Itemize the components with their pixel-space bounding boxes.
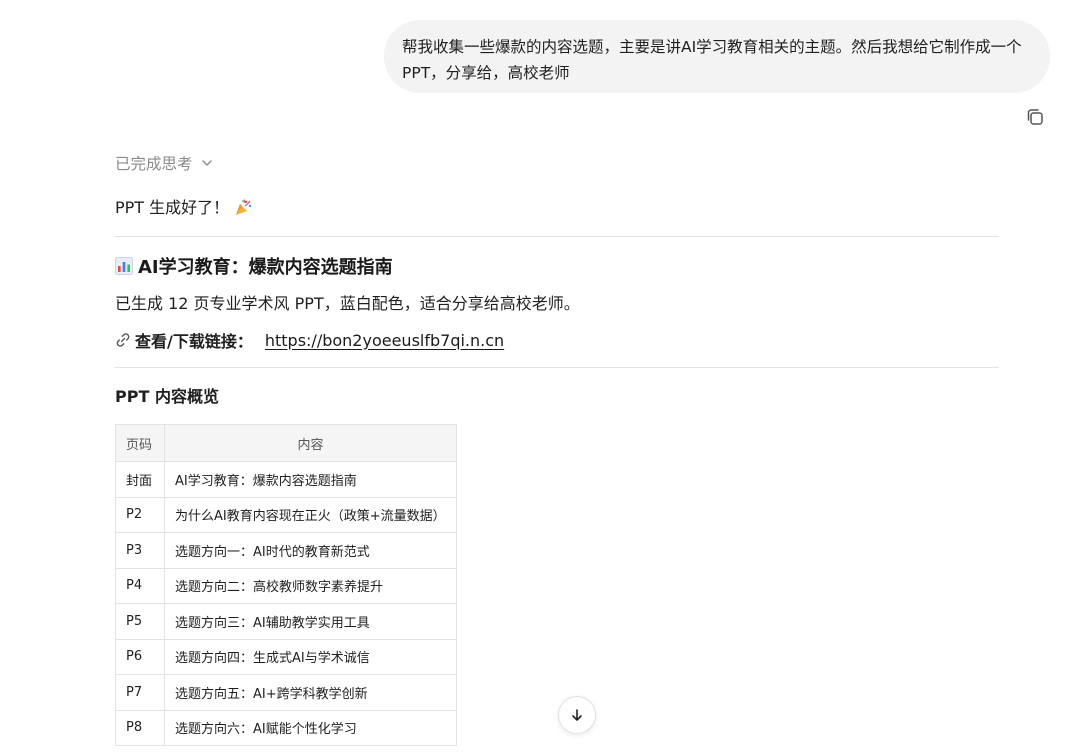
cell-content: 选题方向六：AI赋能个性化学习	[164, 709, 457, 746]
cell-content: 选题方向二：高校教师数字素养提升	[164, 567, 457, 604]
party-popper-icon	[236, 199, 252, 215]
guide-heading: AI学习教育：爆款内容选题指南	[115, 252, 393, 280]
guide-title: AI学习教育：爆款内容选题指南	[138, 257, 393, 278]
thinking-toggle[interactable]: 已完成思考	[115, 150, 213, 176]
arrow-down-icon	[572, 709, 582, 721]
cell-page: P4	[115, 567, 165, 604]
guide-summary: 已生成 12 页专业学术风 PPT，蓝白配色，适合分享给高校老师。	[115, 294, 580, 313]
overview-table: 页码 内容 封面 AI学习教育：爆款内容选题指南 P2 为什么AI教育内容现在正…	[115, 424, 457, 746]
done-message-text: PPT 生成好了！	[115, 198, 230, 217]
user-message-text: 帮我收集一些爆款的内容选题，主要是讲AI学习教育相关的主题。然后我想给它制作成一…	[402, 38, 1022, 82]
thinking-status-label: 已完成思考	[115, 155, 193, 173]
header-page: 页码	[115, 424, 165, 462]
done-message: PPT 生成好了！	[115, 195, 253, 221]
table-row: P4 选题方向二：高校教师数字素养提升	[115, 567, 457, 604]
overview-title: PPT 内容概览	[115, 387, 219, 406]
scroll-to-bottom-button[interactable]	[558, 696, 596, 734]
cell-page: P6	[115, 638, 165, 675]
bar-chart-icon	[115, 257, 133, 275]
table-row: P2 为什么AI教育内容现在正火（政策+流量数据）	[115, 496, 457, 533]
cell-page: P8	[115, 709, 165, 746]
table-header-row: 页码 内容	[115, 424, 457, 462]
cell-page: P5	[115, 603, 165, 640]
cell-content: AI学习教育：爆款内容选题指南	[164, 461, 457, 498]
divider	[115, 236, 999, 237]
cell-content: 为什么AI教育内容现在正火（政策+流量数据）	[164, 496, 457, 533]
cell-content: 选题方向一：AI时代的教育新范式	[164, 532, 457, 569]
cell-page: P3	[115, 532, 165, 569]
chat-page: 帮我收集一些爆款的内容选题，主要是讲AI学习教育相关的主题。然后我想给它制作成一…	[0, 0, 1080, 753]
cell-content: 选题方向三：AI辅助教学实用工具	[164, 603, 457, 640]
copy-icon[interactable]	[1024, 106, 1046, 128]
cell-content: 选题方向五：AI+跨学科教学创新	[164, 674, 457, 711]
download-link-row: 查看/下载链接： https://bon2yoeeuslfb7qi.n.cn	[115, 326, 504, 354]
link-icon	[116, 333, 130, 347]
header-content: 内容	[164, 424, 457, 462]
cell-page: P2	[115, 496, 165, 533]
cell-content: 选题方向四：生成式AI与学术诚信	[164, 638, 457, 675]
table-row: 封面 AI学习教育：爆款内容选题指南	[115, 461, 457, 498]
table-row: P8 选题方向六：AI赋能个性化学习	[115, 709, 457, 746]
cell-page: P7	[115, 674, 165, 711]
table-row: P6 选题方向四：生成式AI与学术诚信	[115, 638, 457, 675]
cell-page: 封面	[115, 461, 165, 498]
table-row: P7 选题方向五：AI+跨学科教学创新	[115, 674, 457, 711]
divider	[115, 367, 999, 368]
chevron-down-icon	[201, 160, 212, 166]
table-row: P5 选题方向三：AI辅助教学实用工具	[115, 603, 457, 640]
download-link[interactable]: https://bon2yoeeuslfb7qi.n.cn	[265, 331, 504, 350]
table-row: P3 选题方向一：AI时代的教育新范式	[115, 532, 457, 569]
user-message-bubble: 帮我收集一些爆款的内容选题，主要是讲AI学习教育相关的主题。然后我想给它制作成一…	[384, 20, 1050, 93]
link-label: 查看/下载链接：	[135, 332, 253, 351]
